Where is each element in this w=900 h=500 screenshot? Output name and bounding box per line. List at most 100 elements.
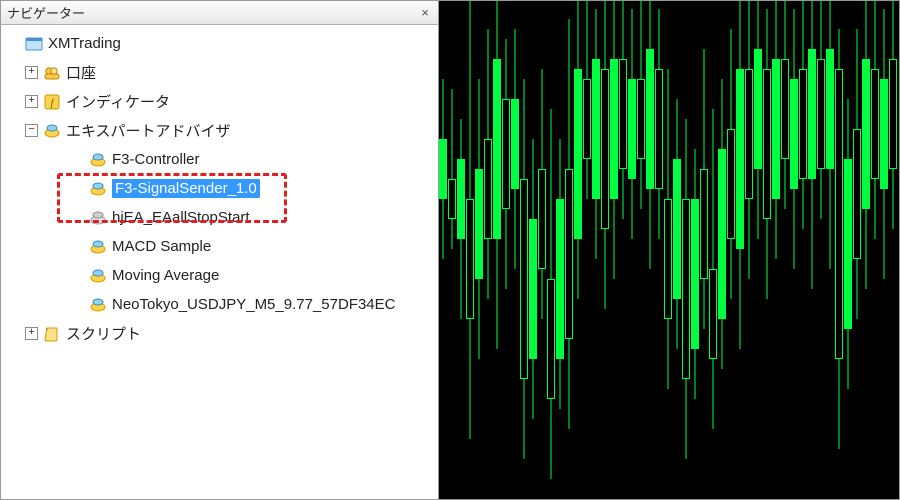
candle [502,1,510,499]
candle [646,1,654,499]
candle [601,1,609,499]
expert-icon [88,266,108,286]
candle [745,1,753,499]
candle [520,1,528,499]
navigator-header: ナビゲーター × [1,1,438,25]
tree-item-expert-child[interactable]: Moving Average [1,261,438,290]
candle [673,1,681,499]
script-icon [42,324,62,344]
candle [637,1,645,499]
terminal-icon [24,34,44,54]
candle [727,1,735,499]
candle [880,1,888,499]
candle [772,1,780,499]
spacer [71,240,84,253]
candle [538,1,546,499]
candle [448,1,456,499]
candle [754,1,762,499]
candle [844,1,852,499]
candle [817,1,825,499]
candle [718,1,726,499]
candle [700,1,708,499]
tree-item-expert-child[interactable]: F3-SignalSender_1.0 [1,174,438,203]
tree-item-accounts[interactable]: + 口座 [1,58,438,87]
tree-item-experts[interactable]: − エキスパートアドバイザ [1,116,438,145]
candle [691,1,699,499]
expert-icon [88,208,108,228]
expert-icon [88,295,108,315]
candle [763,1,771,499]
tree-label: MACD Sample [112,238,211,255]
candle [664,1,672,499]
spacer [7,37,20,50]
candle [565,1,573,499]
candle [475,1,483,499]
accounts-icon [42,63,62,83]
expand-icon[interactable]: + [25,95,38,108]
tree-label: hjEA_EAallStopStart [112,209,250,226]
candle [511,1,519,499]
candle [628,1,636,499]
candle [835,1,843,499]
candle [871,1,879,499]
candle [853,1,861,499]
tree-root[interactable]: XMTrading [1,29,438,58]
indicator-icon: f [42,92,62,112]
candle [583,1,591,499]
candle [556,1,564,499]
tree-item-expert-child[interactable]: F3-Controller [1,145,438,174]
candle [808,1,816,499]
navigator-tree: XMTrading + 口座 + f インディケータ − [1,25,438,499]
close-icon[interactable]: × [416,4,434,22]
expert-icon [88,237,108,257]
tree-item-expert-child[interactable]: MACD Sample [1,232,438,261]
tree-item-expert-child[interactable]: hjEA_EAallStopStart [1,203,438,232]
candle [790,1,798,499]
candle [457,1,465,499]
tree-label: F3-Controller [112,151,200,168]
expert-icon [88,150,108,170]
candle [574,1,582,499]
candle [610,1,618,499]
candle [547,1,555,499]
candle [466,1,474,499]
tree-label: Moving Average [112,267,219,284]
spacer [71,298,84,311]
candle [709,1,717,499]
tree-item-expert-child[interactable]: NeoTokyo_USDJPY_M5_9.77_57DF34EC [1,290,438,319]
candle [439,1,447,499]
candle [826,1,834,499]
candle [799,1,807,499]
tree-item-indicators[interactable]: + f インディケータ [1,87,438,116]
candle [862,1,870,499]
experts-children: F3-Controller F3-SignalSender_1.0 hjEA_EAa… [1,145,438,319]
chart-area[interactable] [439,1,899,499]
expand-icon[interactable]: + [25,66,38,79]
collapse-icon[interactable]: − [25,124,38,137]
spacer [71,211,84,224]
tree-label: NeoTokyo_USDJPY_M5_9.77_57DF34EC [112,296,395,313]
candle [493,1,501,499]
candle [682,1,690,499]
expert-icon [88,179,108,199]
tree-label: 口座 [66,62,96,83]
candle [655,1,663,499]
candle [736,1,744,499]
candle [889,1,897,499]
tree-label: F3-SignalSender_1.0 [112,179,260,198]
navigator-title: ナビゲーター [7,3,416,22]
expand-icon[interactable]: + [25,327,38,340]
spacer [71,182,84,195]
expert-icon [42,121,62,141]
navigator-panel: ナビゲーター × XMTrading + 口座 + [1,1,439,499]
tree-label: エキスパートアドバイザ [66,120,231,141]
spacer [71,269,84,282]
tree-label: インディケータ [66,91,170,112]
tree-label: スクリプト [66,323,141,344]
candle [619,1,627,499]
tree-label: XMTrading [48,35,121,52]
tree-item-scripts[interactable]: + スクリプト [1,319,438,348]
candle [529,1,537,499]
app-window: ナビゲーター × XMTrading + 口座 + [0,0,900,500]
spacer [71,153,84,166]
